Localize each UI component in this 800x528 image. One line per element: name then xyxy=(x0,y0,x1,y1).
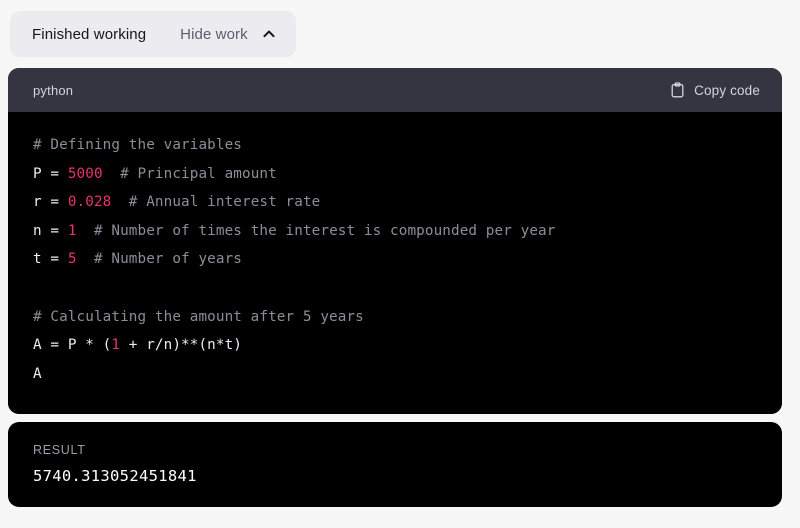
code-line: # Calculating the amount after 5 years xyxy=(33,303,757,332)
code-token-plain: n = xyxy=(33,222,68,239)
code-line: # Defining the variables xyxy=(33,131,757,160)
code-token-plain: A = P * ( xyxy=(33,337,112,354)
code-token-comment: # Calculating the amount after 5 years xyxy=(33,308,364,325)
code-token-plain: t = xyxy=(33,251,68,268)
result-label: RESULT xyxy=(33,443,86,457)
code-interpreter-panel: Finished working Hide work python Copy c… xyxy=(0,0,800,528)
copy-code-button[interactable]: Copy code xyxy=(670,82,760,98)
hide-work-toggle[interactable]: Hide work xyxy=(180,26,277,43)
code-block: python Copy code # Defining the variable… xyxy=(8,68,782,415)
code-line: P = 5000 # Principal amount xyxy=(33,160,757,189)
code-line: A xyxy=(33,360,757,389)
code-token-comment: # Annual interest rate xyxy=(111,194,321,211)
code-token-num: 0.028 xyxy=(67,194,112,211)
code-line: A = P * (1 + r/n)**(n*t) xyxy=(33,331,757,360)
code-token-comment: # Number of times the interest is compou… xyxy=(76,222,556,239)
code-token-plain: r = xyxy=(33,194,68,211)
code-content[interactable]: # Defining the variables P = 5000 # Princ… xyxy=(8,112,782,415)
copy-code-label: Copy code xyxy=(694,82,760,98)
code-token-num: 1 xyxy=(67,222,77,239)
code-token-comment: # Principal amount xyxy=(102,165,277,182)
code-token-comment: # Defining the variables xyxy=(33,137,242,153)
code-token-plain: A xyxy=(33,365,42,382)
hide-work-label: Hide work xyxy=(180,25,248,43)
code-token-num: 1 xyxy=(111,337,121,354)
code-token-plain: + r/n)**(n*t) xyxy=(120,337,242,354)
code-token-comment: # Number of years xyxy=(76,251,243,268)
code-block-header: python Copy code xyxy=(8,68,782,112)
code-token-num: 5000 xyxy=(67,165,103,182)
status-label: Finished working xyxy=(32,25,147,43)
result-value: 5740.313052451841 xyxy=(33,467,197,485)
code-token-plain: P = xyxy=(33,165,68,182)
code-language-label: python xyxy=(33,82,74,98)
clipboard-icon xyxy=(670,82,685,98)
finished-working-pill: Finished working Hide work xyxy=(10,11,296,57)
code-line: n = 1 # Number of times the interest is … xyxy=(33,217,757,246)
chevron-up-icon xyxy=(261,26,277,42)
code-token-num: 5 xyxy=(67,251,77,268)
result-block: RESULT 5740.313052451841 xyxy=(8,422,782,507)
code-line: r = 0.028 # Annual interest rate xyxy=(33,188,757,217)
code-line: t = 5 # Number of years xyxy=(33,245,757,274)
